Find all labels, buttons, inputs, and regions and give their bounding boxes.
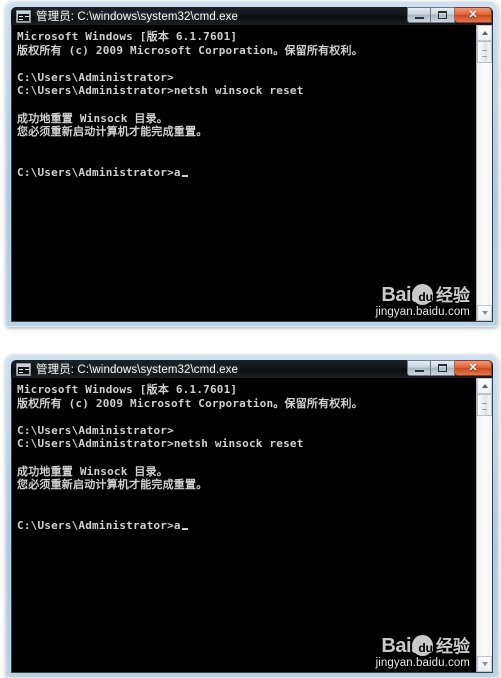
scroll-up-button[interactable] bbox=[477, 25, 492, 41]
window-controls[interactable]: ✕ bbox=[407, 7, 492, 24]
paw-icon bbox=[410, 642, 435, 654]
console-line: 您必须重新启动计算机才能完成重置。 bbox=[17, 478, 208, 492]
watermark-url: jingyan.baidu.com bbox=[375, 657, 470, 669]
console-line: 成功地重置 Winsock 目录。 bbox=[17, 111, 169, 125]
watermark-jingyan-text: 经验 bbox=[436, 286, 470, 306]
watermark-logo: Bai du 经验 bbox=[376, 635, 470, 656]
console-icon bbox=[16, 362, 31, 376]
scroll-up-button[interactable] bbox=[477, 378, 492, 394]
scrollbar-thumb[interactable] bbox=[477, 41, 492, 63]
console-line: C:\Users\Administrator>netsh winsock res… bbox=[17, 437, 304, 451]
console-output[interactable]: Microsoft Windows [版本 6.1.7601] 版权所有 (c)… bbox=[12, 25, 476, 321]
watermark-du-text: du bbox=[418, 289, 433, 304]
maximize-button[interactable] bbox=[431, 7, 455, 23]
scroll-up-arrow-icon bbox=[481, 384, 488, 388]
minimize-icon bbox=[414, 369, 424, 372]
watermark-du-badge: du bbox=[410, 635, 435, 656]
watermark-bai-text: Bai bbox=[381, 284, 411, 306]
watermark-du-text: du bbox=[418, 640, 433, 655]
minimize-button[interactable] bbox=[407, 360, 431, 376]
close-button[interactable]: ✕ bbox=[455, 360, 492, 376]
baidu-jingyan-watermark: Bai du 经验 jingyan.baidu.com bbox=[376, 635, 470, 669]
console-line: 版权所有 (c) 2009 Microsoft Corporation。保留所有… bbox=[17, 396, 363, 410]
console-icon bbox=[16, 9, 31, 23]
text-cursor bbox=[181, 174, 188, 177]
text-cursor bbox=[181, 527, 188, 530]
scroll-up-arrow-icon bbox=[481, 31, 488, 35]
close-button[interactable]: ✕ bbox=[455, 7, 492, 23]
console-line: C:\Users\Administrator> bbox=[17, 423, 174, 437]
baidu-jingyan-watermark: Bai du 经验 jingyan.baidu.com bbox=[376, 284, 470, 318]
console-prompt-text: C:\Users\Administrator>a bbox=[17, 165, 181, 179]
scrollbar-thumb[interactable] bbox=[477, 394, 492, 416]
maximize-icon bbox=[438, 11, 447, 19]
console-line: 版权所有 (c) 2009 Microsoft Corporation。保留所有… bbox=[17, 43, 363, 57]
minimize-icon bbox=[414, 16, 424, 19]
scrollbar-track[interactable] bbox=[477, 41, 492, 305]
close-icon: ✕ bbox=[468, 361, 478, 374]
title-bar[interactable]: 管理员: C:\windows\system32\cmd.exe ✕ bbox=[11, 7, 493, 25]
scroll-down-arrow-icon bbox=[481, 311, 488, 315]
console-client-area: Microsoft Windows [版本 6.1.7601] 版权所有 (c)… bbox=[11, 378, 493, 673]
console-output[interactable]: Microsoft Windows [版本 6.1.7601] 版权所有 (c)… bbox=[12, 378, 476, 672]
title-bar[interactable]: 管理员: C:\windows\system32\cmd.exe ✕ bbox=[11, 360, 493, 378]
window-title: 管理员: C:\windows\system32\cmd.exe bbox=[36, 11, 238, 23]
watermark-bai-text: Bai bbox=[381, 635, 411, 657]
console-line: C:\Users\Administrator>netsh winsock res… bbox=[17, 84, 304, 98]
minimize-button[interactable] bbox=[407, 7, 431, 23]
screenshot-root: 管理员: C:\windows\system32\cmd.exe ✕ Micro… bbox=[0, 0, 501, 678]
scrollbar-track[interactable] bbox=[477, 394, 492, 656]
window-controls[interactable]: ✕ bbox=[407, 360, 492, 377]
console-prompt-line: C:\Users\Administrator>a bbox=[17, 519, 476, 533]
paw-icon bbox=[410, 291, 435, 303]
console-line: C:\Users\Administrator> bbox=[17, 70, 174, 84]
maximize-icon bbox=[438, 364, 447, 372]
scroll-down-button[interactable] bbox=[477, 305, 492, 321]
vertical-scrollbar[interactable] bbox=[476, 378, 492, 672]
console-line: 成功地重置 Winsock 目录。 bbox=[17, 464, 169, 478]
scroll-down-arrow-icon bbox=[481, 662, 488, 666]
scroll-down-button[interactable] bbox=[477, 656, 492, 672]
window-title: 管理员: C:\windows\system32\cmd.exe bbox=[36, 364, 238, 376]
console-client-area: Microsoft Windows [版本 6.1.7601] 版权所有 (c)… bbox=[11, 25, 493, 322]
watermark-logo: Bai du 经验 bbox=[376, 284, 470, 305]
watermark-du-badge: du bbox=[410, 284, 435, 305]
close-icon: ✕ bbox=[468, 8, 478, 21]
watermark-jingyan-text: 经验 bbox=[436, 637, 470, 657]
console-line: Microsoft Windows [版本 6.1.7601] bbox=[17, 30, 238, 43]
console-line: Microsoft Windows [版本 6.1.7601] bbox=[17, 383, 238, 396]
cmd-window-top[interactable]: 管理员: C:\windows\system32\cmd.exe ✕ Micro… bbox=[6, 2, 498, 327]
console-line: 您必须重新启动计算机才能完成重置。 bbox=[17, 125, 208, 139]
maximize-button[interactable] bbox=[431, 360, 455, 376]
watermark-url: jingyan.baidu.com bbox=[375, 306, 470, 318]
vertical-scrollbar[interactable] bbox=[476, 25, 492, 321]
console-prompt-text: C:\Users\Administrator>a bbox=[17, 518, 181, 532]
console-prompt-line: C:\Users\Administrator>a bbox=[17, 166, 476, 180]
cmd-window-bottom[interactable]: 管理员: C:\windows\system32\cmd.exe ✕ Micro… bbox=[6, 355, 498, 678]
